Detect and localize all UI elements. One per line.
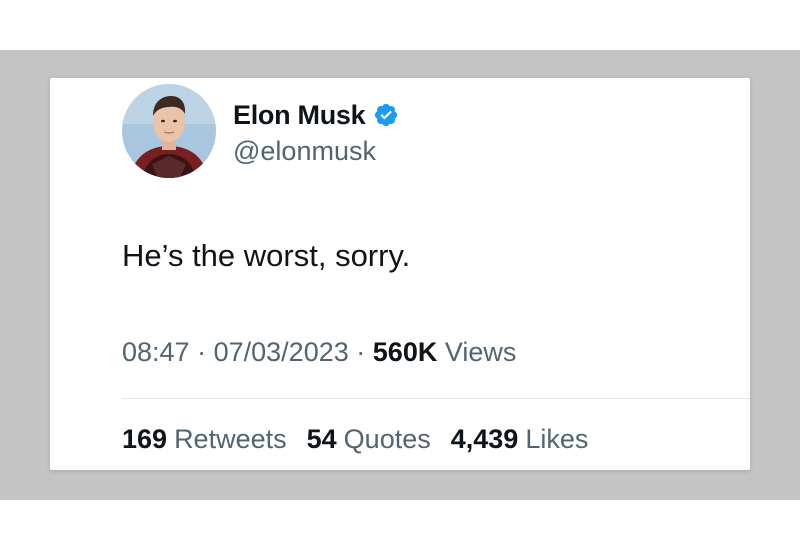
tweet-meta: 08:47 · 07/03/2023 · 560K Views	[122, 337, 516, 368]
tweet-date[interactable]: 07/03/2023	[214, 337, 349, 367]
quotes-label: Quotes	[343, 424, 431, 454]
meta-separator: ·	[356, 337, 366, 367]
retweets-stat[interactable]: 169 Retweets	[122, 424, 287, 455]
views-label: Views	[444, 337, 517, 367]
likes-label: Likes	[525, 424, 589, 454]
avatar[interactable]	[122, 84, 216, 178]
meta-separator: ·	[197, 337, 207, 367]
likes-count: 4,439	[450, 424, 519, 454]
avatar-image	[122, 84, 216, 178]
tweet-text: He’s the worst, sorry.	[122, 238, 411, 273]
divider	[122, 398, 750, 399]
retweets-label: Retweets	[174, 424, 287, 454]
quotes-count: 54	[306, 424, 337, 454]
quotes-stat[interactable]: 54 Quotes	[307, 424, 431, 455]
views-count: 560K	[372, 337, 438, 367]
tweet-card: Elon Musk @elonmusk He’s the worst, sorr…	[50, 78, 750, 470]
tweet-time[interactable]: 08:47	[122, 337, 190, 367]
retweets-count: 169	[122, 424, 168, 454]
author-display-name[interactable]: Elon Musk	[233, 100, 366, 131]
engagement-stats: 169 Retweets 54 Quotes 4,439 Likes	[122, 424, 588, 455]
likes-stat[interactable]: 4,439 Likes	[451, 424, 589, 455]
author-name-row: Elon Musk	[233, 97, 399, 133]
verified-badge-icon	[373, 102, 399, 128]
author-handle[interactable]: @elonmusk	[233, 136, 376, 167]
